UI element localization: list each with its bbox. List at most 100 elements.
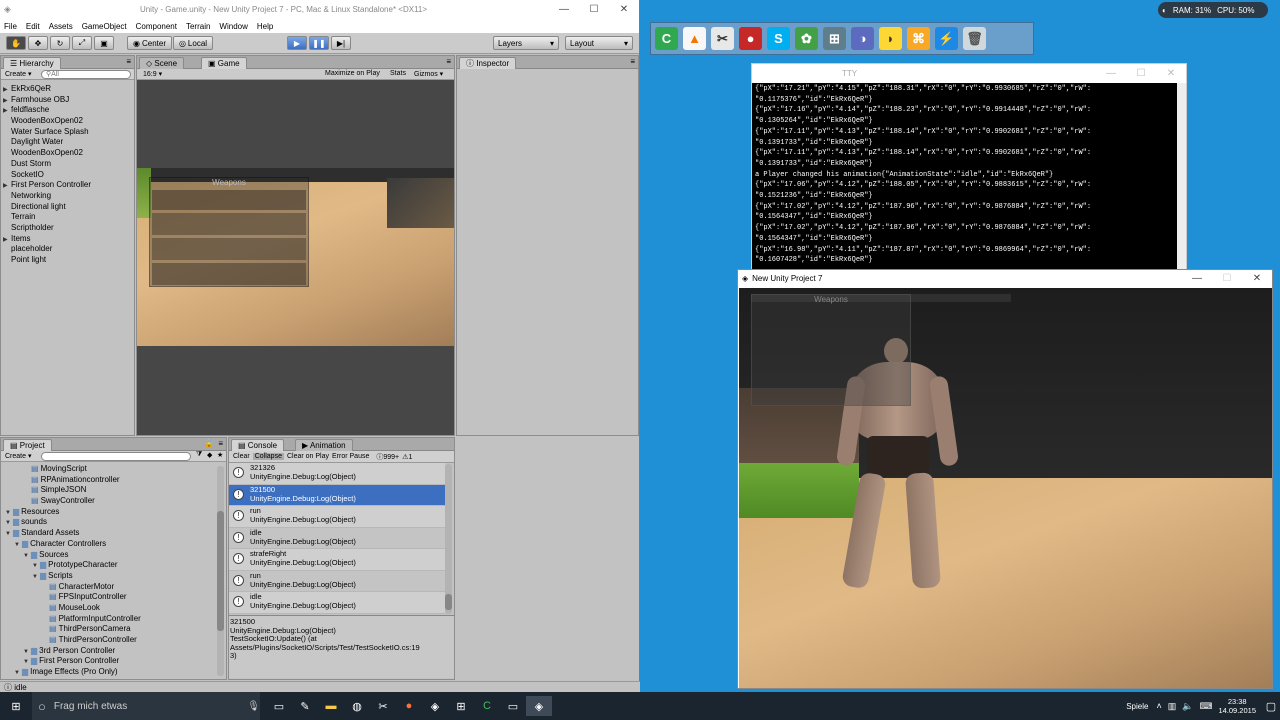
tools-icon[interactable]: ✂ [370, 696, 396, 716]
weapon-slot[interactable] [152, 190, 306, 210]
console-log-row[interactable]: ! 321326 UnityEngine.Debug:Log(Object) [229, 463, 445, 485]
minimize-button[interactable]: — [549, 4, 579, 15]
tab-animation[interactable]: ▶ Animation [295, 439, 353, 451]
hierarchy-item[interactable]: WoodenBoxOpen02 [3, 148, 134, 159]
project-item[interactable]: ▤ MovingScript [5, 464, 226, 475]
hierarchy-item[interactable]: ▶ EkRx6QeR [3, 84, 134, 95]
move-tool-icon[interactable]: ✥ [28, 36, 48, 50]
tab-hierarchy[interactable]: ☰ Hierarchy [3, 57, 61, 69]
project-scrollbar[interactable] [217, 466, 224, 676]
firefox-icon[interactable]: ● [396, 696, 422, 716]
project-item[interactable]: ▼ ▆ Scripts [5, 571, 226, 582]
rotate-tool-icon[interactable]: ↻ [50, 36, 70, 50]
console-log-row[interactable]: ! 321500 UnityEngine.Debug:Log(Object) [229, 484, 445, 506]
expand-arrow-icon[interactable]: ▼ [23, 551, 31, 561]
clock[interactable]: 23:38 14.09.2015 [1218, 697, 1256, 715]
network-tray-icon[interactable]: ▥ [1168, 701, 1177, 712]
weapon-slot[interactable] [152, 263, 306, 285]
menu-item[interactable]: Component [136, 22, 177, 31]
hierarchy-create-button[interactable]: Create ▾ [5, 70, 31, 78]
panel-menu-icon[interactable]: ≡ [126, 57, 131, 66]
pen-app-icon[interactable]: ✎ [292, 696, 318, 716]
hierarchy-item[interactable]: Point light [3, 255, 134, 266]
project-item[interactable]: ▤ ThirdPersonCamera [5, 624, 226, 635]
warning-count-toggle[interactable]: ⚠1 [402, 453, 412, 461]
maximize-button[interactable]: ☐ [1212, 273, 1242, 284]
icq-icon[interactable]: ✿ [795, 27, 818, 50]
step-button[interactable]: ▶| [331, 36, 351, 50]
expand-arrow-icon[interactable]: ▶ [3, 85, 11, 95]
filter-icon[interactable]: ⧩ [196, 451, 202, 459]
project-item[interactable]: ▤ SimpleJSON [5, 485, 226, 496]
layers-dropdown[interactable]: Layers ▾ [493, 36, 559, 50]
panel-menu-icon[interactable]: ≡ [630, 57, 635, 66]
hierarchy-item[interactable]: SocketIO [3, 170, 134, 181]
hierarchy-item[interactable]: ▶ Farmhouse OBJ [3, 95, 134, 106]
expand-arrow-icon[interactable]: ▶ [3, 181, 11, 191]
expand-arrow-icon[interactable]: ▼ [32, 572, 40, 582]
panel-menu-icon[interactable]: ≡ [446, 57, 451, 66]
hierarchy-item[interactable]: Water Surface Splash [3, 127, 134, 138]
pivot-center-button[interactable]: ◉ Center [127, 36, 172, 50]
project-item[interactable]: ▼ ▆ PrototypeCharacter [5, 560, 226, 571]
layout-dropdown[interactable]: Layout ▾ [565, 36, 633, 50]
project-search-input[interactable] [41, 452, 191, 461]
project-item[interactable]: ▼ ▆ First Person Controller [5, 656, 226, 667]
tab-scene[interactable]: ◇ Scene [139, 57, 185, 69]
unity-game-taskbar-icon[interactable]: ◈ [526, 696, 552, 716]
terminal-scrollbar[interactable] [1177, 83, 1186, 273]
notification-icon[interactable]: ▢ [1262, 696, 1280, 716]
hierarchy-item[interactable]: Directional light [3, 202, 134, 213]
stats-toggle[interactable]: Stats [390, 70, 406, 77]
hierarchy-item[interactable]: ▶ First Person Controller [3, 180, 134, 191]
project-scroll-thumb[interactable] [217, 511, 224, 631]
star-icon[interactable]: ★ [217, 451, 223, 459]
expand-arrow-icon[interactable]: ▼ [14, 668, 22, 678]
console-log-row[interactable]: ! idle UnityEngine.Debug:Log(Object) [229, 527, 445, 549]
scale-tool-icon[interactable]: ⤢ [72, 36, 92, 50]
volume-icon[interactable]: 🔈 [1182, 701, 1193, 712]
rect-tool-icon[interactable]: ▣ [94, 36, 114, 50]
tray-label[interactable]: Spiele [1126, 702, 1148, 711]
network-icon[interactable]: ⊞ [823, 27, 846, 50]
console-log-row[interactable]: ! run UnityEngine.Debug:Log(Object) [229, 570, 445, 592]
expand-arrow-icon[interactable]: ▶ [3, 96, 11, 106]
expand-arrow-icon[interactable]: ▼ [5, 518, 13, 528]
expand-arrow-icon[interactable]: ▼ [5, 529, 13, 539]
project-item[interactable]: ▤ SwayController [5, 496, 226, 507]
expand-arrow-icon[interactable]: ▼ [14, 540, 22, 550]
tab-console[interactable]: ▤ Console [231, 439, 285, 451]
unity-taskbar-icon[interactable]: ◈ [422, 696, 448, 716]
menu-item[interactable]: Window [219, 22, 247, 31]
maximize-button[interactable]: ☐ [1126, 68, 1156, 79]
network-icon[interactable]: ⊞ [448, 696, 474, 716]
expand-arrow-icon[interactable]: ▼ [5, 508, 13, 518]
project-item[interactable]: ▼ ▆ 3rd Person Controller [5, 646, 226, 657]
label-icon[interactable]: ◆ [207, 451, 212, 459]
expand-arrow-icon[interactable]: ▶ [3, 235, 11, 245]
hierarchy-search-input[interactable]: ⚲All [41, 70, 131, 79]
camtasia-icon[interactable]: C [474, 696, 500, 716]
menu-item[interactable]: GameObject [82, 22, 127, 31]
console-collapse-button[interactable]: Collapse [252, 453, 284, 460]
minimize-button[interactable]: — [1182, 273, 1212, 284]
game-viewport[interactable]: Weapons [137, 168, 454, 346]
maximize-on-play-toggle[interactable]: Maximize on Play [325, 70, 380, 77]
terminal-icon[interactable]: ▭ [500, 696, 526, 716]
menu-item[interactable]: Assets [49, 22, 73, 31]
console-clear-button[interactable]: Clear [233, 453, 250, 460]
menu-item[interactable]: File [4, 22, 17, 31]
weapon-slot[interactable] [152, 238, 306, 260]
menu-item[interactable]: Terrain [186, 22, 210, 31]
hierarchy-item[interactable]: Dust Storm [3, 159, 134, 170]
console-scrollbar[interactable] [445, 464, 452, 614]
project-item[interactable]: ▼ ▆ sounds [5, 517, 226, 528]
file-explorer-icon[interactable]: ▬ [318, 696, 344, 716]
game-window-viewport[interactable]: Weapons [739, 288, 1272, 688]
project-item[interactable]: ▤ FPSInputController [5, 592, 226, 603]
lemon-icon[interactable]: ◗ [879, 27, 902, 50]
close-button[interactable]: ✕ [609, 4, 639, 15]
windows-start-icon[interactable]: ⊞ [0, 696, 32, 716]
menu-item[interactable]: Help [257, 22, 273, 31]
task-view-icon[interactable]: ▭ [266, 696, 292, 716]
